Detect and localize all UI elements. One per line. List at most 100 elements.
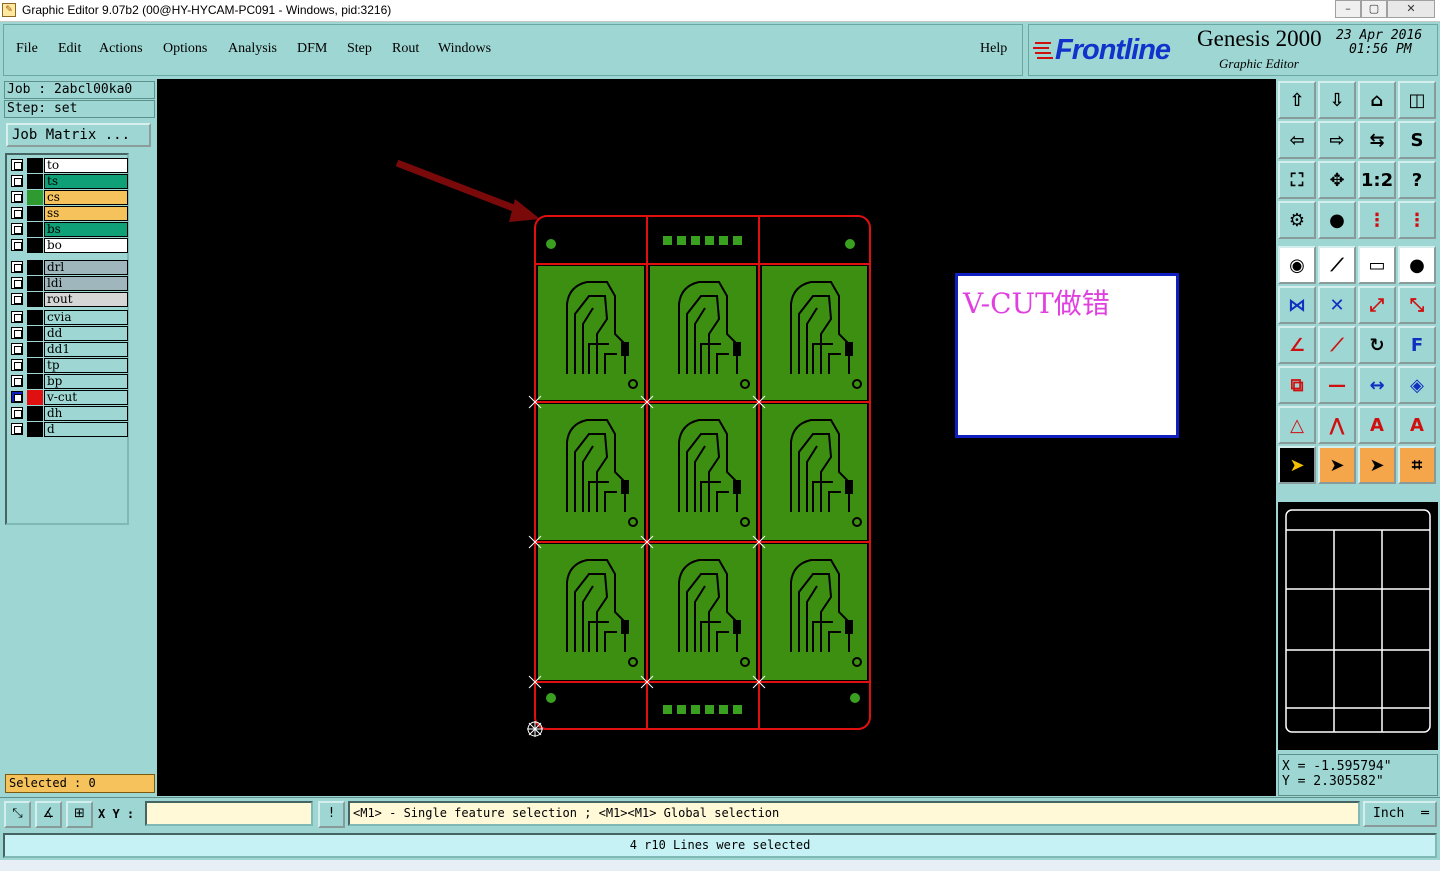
layer-name[interactable]: drl: [44, 260, 128, 275]
layer-color-swatch[interactable]: [27, 158, 43, 173]
layer-color-swatch[interactable]: [27, 276, 43, 291]
select-path-icon[interactable]: ⌗: [1398, 446, 1436, 484]
layer-row-dd[interactable]: dd: [11, 326, 129, 341]
layer-row-dd1[interactable]: dd1: [11, 342, 129, 357]
layer-checkbox[interactable]: [11, 311, 23, 323]
copy-icon[interactable]: ⧉: [1278, 366, 1316, 404]
layer-row-drl[interactable]: drl: [11, 260, 129, 275]
layer-color-swatch[interactable]: [27, 326, 43, 341]
triangle-icon[interactable]: △: [1278, 406, 1316, 444]
layer-checkbox[interactable]: [11, 277, 23, 289]
layer-name[interactable]: d: [44, 422, 128, 437]
layer-row-bo[interactable]: bo: [11, 238, 129, 253]
zoom-1-2-icon[interactable]: 1:2: [1358, 161, 1396, 199]
layer-color-swatch[interactable]: [27, 374, 43, 389]
help-query-icon[interactable]: ?: [1398, 161, 1436, 199]
mirror-icon[interactable]: ⇆: [1358, 121, 1396, 159]
triangle-up-icon[interactable]: ⋀: [1318, 406, 1356, 444]
move-point-icon[interactable]: ⤢: [1358, 286, 1396, 324]
zoom-area-icon[interactable]: ⤡: [4, 801, 31, 828]
slope-icon[interactable]: ⟋: [1318, 326, 1356, 364]
menu-rout[interactable]: Rout: [392, 41, 419, 57]
layer-checkbox[interactable]: [11, 343, 23, 355]
xy-input[interactable]: [145, 801, 313, 826]
layer-row-d[interactable]: d: [11, 422, 129, 437]
layer-row-v-cut[interactable]: v-cut: [11, 390, 129, 405]
close-button[interactable]: ✕: [1387, 0, 1435, 18]
layer-checkbox[interactable]: [11, 391, 23, 403]
layer-checkbox[interactable]: [11, 375, 23, 387]
split-icon[interactable]: F: [1398, 326, 1436, 364]
layer-color-swatch[interactable]: [27, 390, 43, 405]
layer-name[interactable]: dh: [44, 406, 128, 421]
layer-name[interactable]: bo: [44, 238, 128, 253]
grid-icon[interactable]: ⊞: [66, 801, 93, 828]
layer-name[interactable]: ss: [44, 206, 128, 221]
angle-icon[interactable]: ∠: [1278, 326, 1316, 364]
window-split-icon[interactable]: ◫: [1398, 81, 1436, 119]
graphic-canvas[interactable]: V-CUT做错: [157, 79, 1276, 796]
layer-checkbox[interactable]: [11, 175, 23, 187]
layer-name[interactable]: to: [44, 158, 128, 173]
layer-color-swatch[interactable]: [27, 406, 43, 421]
layer-color-swatch[interactable]: [27, 358, 43, 373]
layer-checkbox[interactable]: [11, 261, 23, 273]
layer-color-swatch[interactable]: [27, 310, 43, 325]
layer-row-cvia[interactable]: cvia: [11, 310, 129, 325]
layer-name[interactable]: v-cut: [44, 390, 128, 405]
select-pointer-icon[interactable]: ➤: [1278, 446, 1316, 484]
layer-row-dh[interactable]: dh: [11, 406, 129, 421]
maximize-button[interactable]: ▢: [1361, 0, 1387, 18]
layer-name[interactable]: dd1: [44, 342, 128, 357]
layer-name[interactable]: tp: [44, 358, 128, 373]
measure-angle-icon[interactable]: ∡: [35, 801, 62, 828]
layer-color-swatch[interactable]: [27, 422, 43, 437]
select-circle-icon[interactable]: ➤: [1358, 446, 1396, 484]
layer-name[interactable]: ts: [44, 174, 128, 189]
select-area-icon[interactable]: ➤: [1318, 446, 1356, 484]
layer-checkbox[interactable]: [11, 207, 23, 219]
layer-name[interactable]: ldi: [44, 276, 128, 291]
layer-checkbox[interactable]: [11, 239, 23, 251]
rotate-icon[interactable]: ↻: [1358, 326, 1396, 364]
overview-map[interactable]: [1278, 502, 1438, 750]
layer-name[interactable]: cs: [44, 190, 128, 205]
menu-analysis[interactable]: Analysis: [228, 41, 277, 57]
layer-row-bp[interactable]: bp: [11, 374, 129, 389]
layer-checkbox[interactable]: [11, 159, 23, 171]
snap-icon[interactable]: ●: [1318, 201, 1356, 239]
layer-name[interactable]: bs: [44, 222, 128, 237]
menu-help[interactable]: Help: [980, 41, 1007, 57]
settings-icon[interactable]: ⚙: [1278, 201, 1316, 239]
alert-icon[interactable]: !: [318, 801, 345, 828]
connect-icon[interactable]: ⋈: [1278, 286, 1316, 324]
stretch-icon[interactable]: ⤡: [1398, 286, 1436, 324]
menu-dfm[interactable]: DFM: [297, 41, 327, 57]
layer-checkbox[interactable]: [11, 359, 23, 371]
layer-checkbox[interactable]: [11, 407, 23, 419]
layer-color-swatch[interactable]: [27, 222, 43, 237]
layer-checkbox[interactable]: [11, 293, 23, 305]
layer-name[interactable]: dd: [44, 326, 128, 341]
line-icon[interactable]: —: [1318, 366, 1356, 404]
menu-file[interactable]: File: [16, 41, 38, 57]
pan-left-icon[interactable]: ⇦: [1278, 121, 1316, 159]
layer-color-swatch[interactable]: [27, 190, 43, 205]
add-line-icon[interactable]: ⟋: [1318, 246, 1356, 284]
menu-windows[interactable]: Windows: [438, 41, 491, 57]
layer-color-swatch[interactable]: [27, 174, 43, 189]
menu-edit[interactable]: Edit: [58, 41, 81, 57]
layer-name[interactable]: bp: [44, 374, 128, 389]
menu-options[interactable]: Options: [163, 41, 207, 57]
layer-row-tp[interactable]: tp: [11, 358, 129, 373]
layer-color-swatch[interactable]: [27, 260, 43, 275]
layer-row-ts[interactable]: ts: [11, 174, 129, 189]
layer-checkbox[interactable]: [11, 223, 23, 235]
net-alt-icon[interactable]: ⋮: [1398, 201, 1436, 239]
layer-checkbox[interactable]: [11, 327, 23, 339]
menu-step[interactable]: Step: [347, 41, 372, 57]
layer-row-ss[interactable]: ss: [11, 206, 129, 221]
layer-checkbox[interactable]: [11, 191, 23, 203]
layer-color-swatch[interactable]: [27, 238, 43, 253]
triangle-measure-icon[interactable]: A: [1398, 406, 1436, 444]
